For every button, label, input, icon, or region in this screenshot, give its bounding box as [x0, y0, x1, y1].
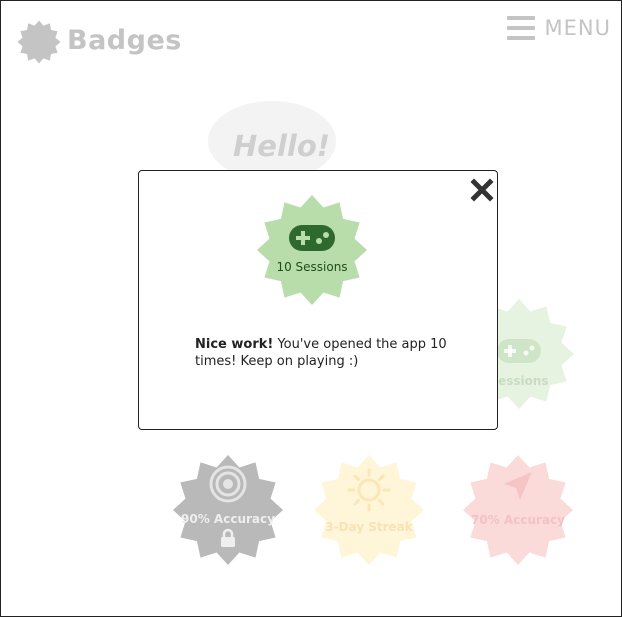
modal-badge-label: 10 Sessions	[276, 260, 348, 274]
hello-text: Hello!	[233, 129, 330, 163]
modal-message-bold: Nice work!	[195, 337, 274, 352]
sun-icon	[347, 468, 391, 512]
navigation-arrow-icon	[504, 472, 532, 500]
target-icon	[209, 465, 247, 503]
close-icon[interactable]	[469, 177, 495, 203]
badge-label: 3-Day Streak	[325, 520, 413, 534]
menu-label: MENU	[544, 16, 611, 40]
app-frame: Badges MENU Hello! Sessions 90% Accuracy…	[0, 0, 622, 617]
badge-modal: 10 Sessions Nice work! You've opened the…	[138, 170, 498, 430]
gamepad-icon	[289, 225, 335, 251]
badge-label: 70% Accuracy	[471, 513, 565, 527]
header: Badges MENU	[1, 1, 621, 81]
page-title: Badges	[67, 25, 182, 56]
modal-badge-10-sessions: 10 Sessions	[256, 194, 368, 306]
lock-icon	[221, 528, 235, 547]
gamepad-icon	[497, 339, 541, 363]
badge-label: 90% Accuracy	[181, 512, 275, 526]
badge-logo-icon	[17, 20, 61, 64]
menu-button[interactable]: MENU	[506, 13, 611, 43]
badge-70-accuracy[interactable]: 70% Accuracy	[462, 454, 574, 566]
hamburger-icon	[506, 16, 535, 40]
badge-3-day-streak[interactable]: 3-Day Streak	[313, 454, 425, 566]
modal-message: Nice work! You've opened the app 10 time…	[195, 336, 455, 370]
badge-90-accuracy[interactable]: 90% Accuracy	[172, 454, 284, 566]
